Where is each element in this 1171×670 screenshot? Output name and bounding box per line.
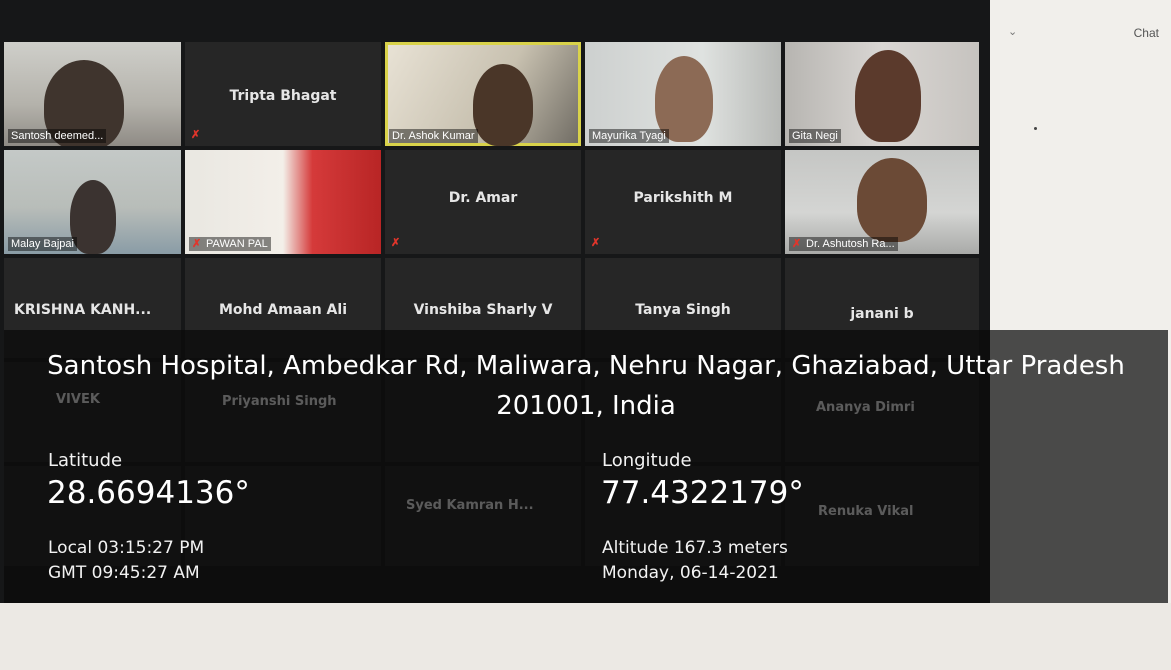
participant-name: Mayurika Tyagi [589,129,669,143]
latitude-value: 28.6694136° [47,475,250,511]
participant-tile[interactable]: ✗ PAWAN PAL [185,150,381,254]
mic-muted-icon: ✗ [391,237,401,249]
gps-overlay: VIVEK Priyanshi Singh Ananya Dimri Syed … [4,330,1168,603]
participant-name: janani b [850,306,914,322]
capture-date: Monday, 06-14-2021 [602,563,779,583]
participant-name: ✗ PAWAN PAL [189,237,271,251]
participant-name: Tripta Bhagat [229,87,337,104]
mic-muted-icon: ✗ [792,238,802,250]
mic-muted-icon: ✗ [192,238,202,250]
participant-video [473,64,533,146]
location-address: Santosh Hospital, Ambedkar Rd, Maliwara,… [47,351,1125,421]
local-time: Local 03:15:27 PM [48,538,205,558]
participant-tile[interactable]: ✗ Dr. Ashutosh Ra... [785,150,979,254]
participant-video [857,158,927,242]
participant-name: Tanya Singh [635,302,731,318]
participant-name: Mohd Amaan Ali [218,302,347,318]
participant-name: Malay Bajpai [8,237,77,251]
latitude-label: Latitude [48,450,123,471]
ghost-participant-name: Renuka Vikal [818,504,914,519]
chat-message-marker [1034,127,1037,130]
chat-title: Chat [1133,26,1159,40]
participant-name: Gita Negi [789,129,841,143]
longitude-value: 77.4322179° [601,475,804,511]
altitude: Altitude 167.3 meters [602,538,788,558]
mic-muted-icon: ✗ [191,129,201,141]
participant-tile[interactable]: Mayurika Tyagi [585,42,781,146]
participant-name: ✗ Dr. Ashutosh Ra... [789,237,898,251]
participant-tile[interactable]: Gita Negi [785,42,979,146]
participant-name: KRISHNA KANH... [14,302,152,318]
participant-name: Dr. Ashok Kumar [389,129,478,143]
longitude-label: Longitude [602,450,692,471]
participant-name: Dr. Amar [448,189,518,206]
participant-tile[interactable]: Tripta Bhagat ✗ [185,42,381,146]
participant-name-text: PAWAN PAL [206,238,268,250]
gmt-time: GMT 09:45:27 AM [48,563,200,583]
participant-tile-active-speaker[interactable]: Dr. Ashok Kumar [385,42,581,146]
chevron-down-icon[interactable]: ⌄ [1008,25,1017,38]
ghost-participant-name: Syed Kamran H... [406,498,534,513]
participant-tile[interactable]: Parikshith M ✗ [585,150,781,254]
participant-tile[interactable]: Santosh deemed... [4,42,181,146]
participant-tile[interactable]: Malay Bajpai [4,150,181,254]
participant-video [855,50,921,142]
participant-name: Parikshith M [633,189,733,206]
participant-name: Vinshiba Sharly V [413,302,553,318]
participant-tile[interactable]: Dr. Amar ✗ [385,150,581,254]
mic-muted-icon: ✗ [591,237,601,249]
participant-name: Santosh deemed... [8,129,107,143]
participant-name-text: Dr. Ashutosh Ra... [806,238,895,250]
